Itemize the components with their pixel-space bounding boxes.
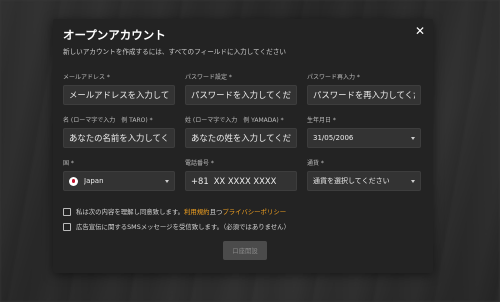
last-name-input[interactable]: あなたの姓を入力してください bbox=[185, 128, 297, 148]
currency-select[interactable]: 通貨を選択してください bbox=[307, 171, 421, 191]
email-input[interactable]: メールアドレスを入力してください bbox=[63, 85, 175, 105]
email-placeholder: メールアドレスを入力してください bbox=[69, 90, 169, 100]
password-confirm-field-group: パスワード再入力 * パスワードを再入力してください bbox=[307, 73, 421, 105]
marketing-text: 広告宣伝に関するSMSメッセージを受信致します。（必須ではありません） bbox=[76, 223, 290, 231]
currency-field-group: 通貨 * 通貨を選択してください bbox=[307, 159, 421, 191]
terms-text: 私は次の内容を理解し同意致します。 bbox=[76, 208, 184, 216]
phone-placeholder: XX XXXX XXXX bbox=[213, 176, 277, 186]
chevron-down-icon bbox=[165, 179, 169, 183]
email-field-group: メールアドレス * メールアドレスを入力してください bbox=[63, 73, 175, 105]
modal-subtitle: 新しいアカウントを作成するには、すべてのフィールドに入力してください bbox=[63, 48, 286, 56]
password-field-group: パスワード設定 * パスワードを入力してください bbox=[185, 73, 297, 105]
birthdate-label: 生年月日 * bbox=[307, 117, 336, 124]
phone-input[interactable]: +81 XX XXXX XXXX bbox=[185, 171, 297, 191]
first-name-field-group: 名 (ローマ字で入力 例 TARO) * あなたの名前を入力してください bbox=[63, 116, 175, 148]
birthdate-value: 31/05/2006 bbox=[313, 134, 354, 142]
open-account-button[interactable]: 口座開設 bbox=[223, 241, 267, 260]
password-label: パスワード設定 * bbox=[185, 74, 232, 81]
last-name-placeholder: あなたの姓を入力してください bbox=[191, 133, 291, 143]
last-name-field-group: 姓 (ローマ字で入力 例 YAMADA) * あなたの姓を入力してください bbox=[185, 116, 297, 148]
modal-title: オープンアカウント bbox=[63, 28, 166, 42]
country-field-group: 国 * Japan bbox=[63, 159, 175, 191]
password-input[interactable]: パスワードを入力してください bbox=[185, 85, 297, 105]
last-name-label: 姓 (ローマ字で入力 例 YAMADA) * bbox=[185, 117, 284, 124]
phone-label: 電話番号 * bbox=[185, 160, 214, 167]
phone-country-code: +81 bbox=[191, 176, 209, 186]
terms-checkbox[interactable] bbox=[63, 207, 71, 216]
password-confirm-placeholder: パスワードを再入力してください bbox=[313, 90, 415, 100]
chevron-down-icon bbox=[411, 136, 415, 140]
first-name-label: 名 (ローマ字で入力 例 TARO) * bbox=[63, 117, 153, 124]
terms-and-text: 且つ bbox=[209, 208, 223, 216]
currency-label: 通貨 * bbox=[307, 160, 324, 167]
password-confirm-label: パスワード再入力 * bbox=[307, 74, 360, 81]
privacy-policy-link[interactable]: プライバシーポリシー bbox=[222, 207, 286, 216]
first-name-input[interactable]: あなたの名前を入力してください bbox=[63, 128, 175, 148]
chevron-down-icon bbox=[411, 179, 415, 183]
japan-flag-icon bbox=[69, 176, 78, 186]
email-label: メールアドレス * bbox=[63, 74, 110, 81]
phone-field-group: 電話番号 * +81 XX XXXX XXXX bbox=[185, 159, 297, 191]
password-placeholder: パスワードを入力してください bbox=[191, 90, 291, 100]
terms-link[interactable]: 利用規約 bbox=[184, 207, 210, 216]
birthdate-field-group: 生年月日 * 31/05/2006 bbox=[307, 116, 421, 148]
close-icon[interactable]: ✕ bbox=[413, 24, 427, 38]
country-label: 国 * bbox=[63, 160, 74, 167]
currency-value: 通貨を選択してください bbox=[313, 177, 390, 185]
marketing-checkbox[interactable] bbox=[63, 222, 71, 231]
birthdate-select[interactable]: 31/05/2006 bbox=[307, 128, 421, 148]
country-value: Japan bbox=[84, 177, 104, 185]
password-confirm-input[interactable]: パスワードを再入力してください bbox=[307, 85, 421, 105]
open-account-modal: ✕ オープンアカウント 新しいアカウントを作成するには、すべてのフィールドに入力… bbox=[53, 19, 433, 273]
marketing-consent-row: 広告宣伝に関するSMSメッセージを受信致します。（必須ではありません） bbox=[63, 222, 290, 231]
first-name-placeholder: あなたの名前を入力してください bbox=[69, 133, 169, 143]
country-select[interactable]: Japan bbox=[63, 171, 175, 191]
terms-agreement-row: 私は次の内容を理解し同意致します。 利用規約 且つ プライバシーポリシー bbox=[63, 207, 286, 216]
